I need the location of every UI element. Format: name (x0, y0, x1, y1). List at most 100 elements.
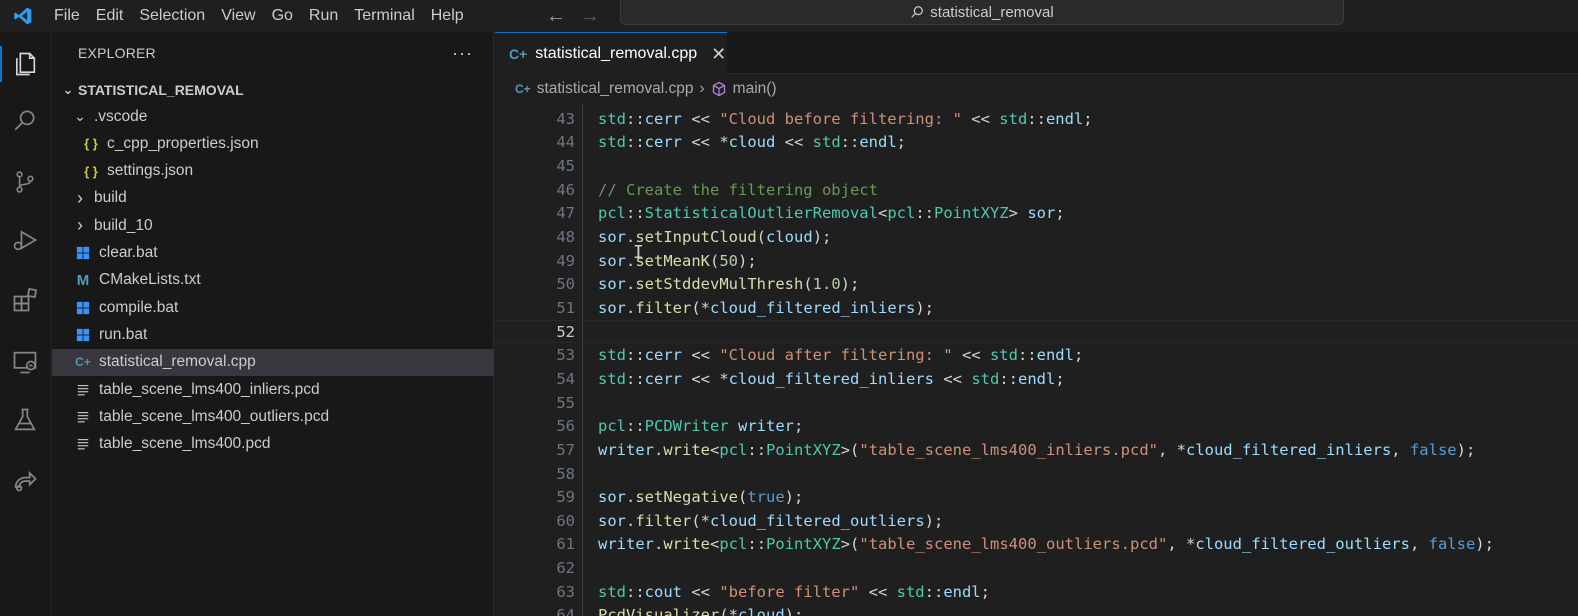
code-token: << (933, 369, 972, 388)
tree-file[interactable]: table_scene_lms400.pcd (52, 431, 494, 458)
code-token: filter (635, 511, 692, 530)
tree-item-label: .vscode (94, 107, 148, 125)
code-line: 51 sor.filter(*cloud_filtered_inliers); (495, 296, 1578, 320)
tree-file[interactable]: { } settings.json (52, 158, 494, 185)
explorer-icon[interactable] (0, 40, 50, 88)
code-token: write (663, 535, 711, 554)
line-number: 53 (556, 346, 575, 365)
menu-help[interactable]: Help (423, 0, 472, 32)
code-token: "table_scene_lms400_outliers.pcd" (859, 535, 1168, 554)
code-token: cerr (644, 109, 682, 128)
tree-item-label: run.bat (99, 325, 148, 343)
editor-area: C+ statistical_removal.cpp ✕ C+ statisti… (495, 32, 1578, 616)
tree-item-label: compile.bat (99, 298, 179, 316)
menu-terminal[interactable]: Terminal (346, 0, 422, 32)
breadcrumb-symbol[interactable]: main() (733, 80, 777, 98)
menu-view[interactable]: View (213, 0, 263, 32)
line-number: 45 (556, 157, 575, 176)
code-token: setInputCloud (635, 228, 757, 247)
code-text: sor.filter(*cloud_filtered_inliers); (598, 299, 934, 317)
tree-folder[interactable]: ⌄ .vscode (52, 103, 494, 130)
menu-selection[interactable]: Selection (131, 0, 213, 32)
code-token: . (626, 488, 636, 507)
code-token: >( (840, 535, 860, 554)
breadcrumb-file[interactable]: statistical_removal.cpp (537, 80, 694, 98)
code-token: << (952, 346, 990, 365)
code-token: ; (896, 133, 907, 152)
code-token: . (654, 535, 664, 554)
code-token: pcl (719, 535, 748, 554)
code-token: PointXYZ (766, 535, 841, 554)
code-editor[interactable]: 43 std::cerr << "Cloud before filtering: … (495, 104, 1578, 616)
remote-explorer-icon[interactable] (0, 338, 50, 386)
testing-icon[interactable] (0, 396, 50, 444)
code-token: :: (1017, 346, 1037, 365)
code-token: ); (784, 606, 804, 616)
menu-run[interactable]: Run (301, 0, 346, 32)
live-share-icon[interactable] (0, 456, 50, 504)
code-token: PointXYZ (766, 440, 841, 459)
text-cursor-icon: I (633, 242, 644, 263)
line-number: 47 (556, 204, 575, 223)
tree-file[interactable]: run.bat (52, 321, 494, 348)
code-token: . (626, 298, 636, 317)
tree-file[interactable]: { } c_cpp_properties.json (52, 130, 494, 157)
code-token: << * (682, 133, 729, 152)
more-actions-icon[interactable]: ··· (452, 43, 473, 64)
tree-file[interactable]: table_scene_lms400_inliers.pcd (52, 376, 494, 403)
code-text: sor.setNegative(true); (598, 488, 803, 506)
command-center-search[interactable]: statistical_removal (620, 0, 1344, 25)
tree-file[interactable]: C+ statistical_removal.cpp (52, 348, 494, 376)
menu-file[interactable]: File (46, 0, 88, 32)
menu-go[interactable]: Go (264, 0, 301, 32)
workspace-section-header[interactable]: ⌄ STATISTICAL_REMOVAL (52, 76, 494, 103)
back-arrow-icon[interactable]: ← (546, 5, 566, 28)
tree-file[interactable]: table_scene_lms400_outliers.pcd (52, 403, 494, 430)
line-number: 58 (556, 464, 575, 483)
code-token: endl (1036, 346, 1074, 365)
tree-item-label: c_cpp_properties.json (107, 134, 259, 152)
code-token: << (859, 582, 897, 601)
search-icon[interactable] (0, 96, 50, 144)
code-token: >( (840, 440, 860, 459)
code-token: , * (1157, 440, 1186, 459)
code-token: endl (859, 133, 897, 152)
source-control-icon[interactable] (0, 158, 50, 206)
tree-file[interactable]: compile.bat (52, 294, 494, 321)
code-text: sor.setStddevMulThresh(1.0); (598, 275, 859, 293)
tree-file[interactable]: M CMakeLists.txt (52, 267, 494, 294)
code-token: "Cloud before filtering: " (719, 109, 962, 128)
code-token: ); (840, 275, 860, 294)
tree-folder[interactable]: › build_10 (52, 212, 494, 239)
tree-file[interactable]: clear.bat (52, 240, 494, 267)
code-token: :: (626, 582, 645, 601)
tab-statistical-removal-cpp[interactable]: C+ statistical_removal.cpp ✕ (495, 32, 727, 75)
chevron-down-icon: ⌄ (62, 81, 74, 97)
code-token: :: (1027, 109, 1046, 128)
menu-edit[interactable]: Edit (88, 0, 132, 32)
json-file-icon: { } (84, 136, 98, 152)
run-debug-icon[interactable] (0, 216, 50, 264)
code-token: (* (719, 606, 738, 616)
code-line: 52 (495, 319, 1578, 344)
code-token: setNegative (635, 488, 738, 507)
code-token: endl (1017, 369, 1056, 388)
extensions-icon[interactable] (0, 276, 50, 324)
tree-folder[interactable]: › build (52, 185, 494, 212)
code-token: sor (598, 251, 626, 270)
code-line: 50 sor.setStddevMulThresh(1.0); (495, 273, 1578, 297)
code-token: > (1008, 204, 1028, 223)
forward-arrow-icon[interactable]: → (580, 5, 600, 28)
code-token: ; (1055, 369, 1065, 388)
windows-file-icon (72, 301, 94, 315)
code-token: , * (1167, 535, 1196, 554)
code-token: PointXYZ (933, 204, 1009, 223)
code-token: 1.0 (812, 275, 841, 294)
explorer-sidebar: EXPLORER ··· ⌄ STATISTICAL_REMOVAL ⌄ .vsc… (52, 32, 494, 616)
windows-file-icon (72, 246, 94, 260)
code-token: cloud_filtered_inliers (1185, 440, 1392, 459)
code-line: 56 pcl::PCDWriter writer; (495, 414, 1578, 438)
close-icon[interactable]: ✕ (711, 44, 726, 65)
code-token: endl (1045, 109, 1084, 128)
